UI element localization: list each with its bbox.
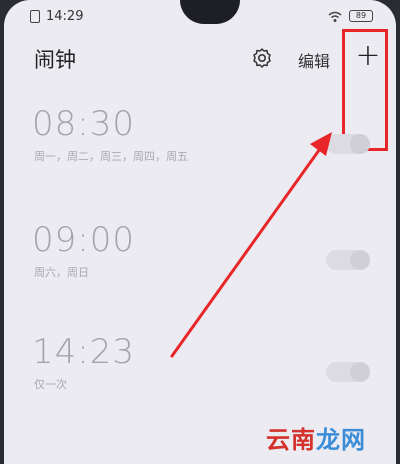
alarm-toggle[interactable] xyxy=(326,134,370,154)
alarm-repeat: 仅一次 xyxy=(34,378,67,391)
alarm-item[interactable]: 14:23 仅一次 xyxy=(4,332,396,422)
alarm-time: 14:23 xyxy=(32,332,135,372)
sim-card-icon xyxy=(30,10,40,23)
status-bar: 14:29 89 xyxy=(4,0,396,34)
alarm-item[interactable]: 09:00 周六，周日 xyxy=(4,220,396,310)
alarm-time: 08:30 xyxy=(32,104,135,144)
wifi-icon xyxy=(328,11,342,22)
alarm-repeat: 周一，周二，周三，周四，周五 xyxy=(34,150,188,163)
phone-screen: 14:29 89 闹钟 编辑 + 08:30 周一，周二，周三，周四，周五 09… xyxy=(4,0,396,464)
battery-icon: 89 xyxy=(349,10,373,22)
page-title: 闹钟 xyxy=(34,48,76,72)
alarm-time: 09:00 xyxy=(32,220,135,260)
toggle-knob xyxy=(350,134,370,154)
toggle-knob xyxy=(350,250,370,270)
status-time: 14:29 xyxy=(46,9,84,24)
toggle-knob xyxy=(350,362,370,382)
edit-button[interactable]: 编辑 xyxy=(298,48,330,72)
alarm-toggle[interactable] xyxy=(326,362,370,382)
alarm-item[interactable]: 08:30 周一，周二，周三，周四，周五 xyxy=(4,104,396,194)
watermark: 云南龙网 xyxy=(266,425,366,454)
settings-gear-icon[interactable] xyxy=(250,46,274,70)
alarm-toggle[interactable] xyxy=(326,250,370,270)
alarm-repeat: 周六，周日 xyxy=(34,266,89,279)
